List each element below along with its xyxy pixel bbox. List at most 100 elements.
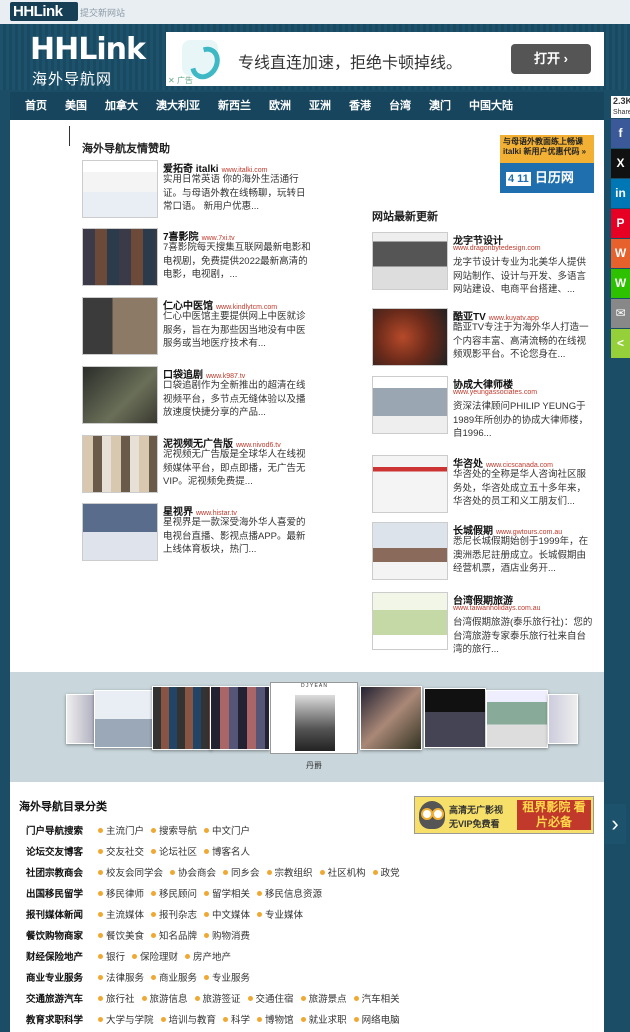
directory-link[interactable]: 大学与学院: [98, 1012, 154, 1026]
carousel-center-item[interactable]: D J Y E A N: [270, 682, 358, 754]
update-thumbnail[interactable]: [372, 455, 448, 513]
sponsor-entry[interactable]: 爱拓奇 italki www.italki.com 实用日常英语 你的海外生活通行…: [82, 160, 312, 220]
directory-link[interactable]: 旅游信息: [142, 991, 188, 1005]
directory-category[interactable]: 论坛交友博客: [26, 844, 98, 858]
directory-link[interactable]: 银行: [98, 949, 125, 963]
sponsor-thumbnail[interactable]: [82, 503, 158, 561]
directory-category[interactable]: 教育求职科学: [26, 1012, 98, 1026]
wechat-share-icon[interactable]: W: [611, 269, 630, 298]
directory-link[interactable]: 移民顾问: [151, 886, 197, 900]
more-share-icon[interactable]: <: [611, 329, 630, 358]
carousel-thumbnail[interactable]: [360, 686, 422, 750]
carousel-thumbnail[interactable]: [94, 690, 154, 748]
update-url[interactable]: www.yeungassociates.com: [453, 389, 537, 396]
nav-item-china[interactable]: 中国大陆: [460, 92, 522, 120]
directory-link[interactable]: 专业服务: [204, 970, 250, 984]
directory-link[interactable]: 汽车相关: [354, 991, 400, 1005]
sponsor-entry[interactable]: 仁心中医馆 www.kindlytcm.com 仁心中医馆主要提供网上中医就诊服务…: [82, 297, 312, 357]
directory-link[interactable]: 就业求职: [301, 1012, 347, 1026]
nav-item-macau[interactable]: 澳门: [420, 92, 460, 120]
update-thumbnail[interactable]: [372, 308, 448, 366]
x-share-icon[interactable]: X: [611, 149, 630, 178]
directory-link[interactable]: 中文媒体: [204, 907, 250, 921]
sponsor-entry[interactable]: 口袋追剧 www.k987.tv 口袋追剧作为全新推出的超清在线视频平台，多节点无…: [82, 366, 312, 426]
nav-item-canada[interactable]: 加拿大: [96, 92, 147, 120]
directory-category[interactable]: 门户导航搜索: [26, 823, 98, 837]
nav-item-europe[interactable]: 欧洲: [260, 92, 300, 120]
directory-link[interactable]: 旅行社: [98, 991, 135, 1005]
directory-link[interactable]: 论坛社区: [151, 844, 197, 858]
update-entry[interactable]: 长城假期 www.gwtours.com.au 悉尼长城假期始创于1999年，在澳…: [372, 522, 596, 588]
site-logo[interactable]: HHLink 海外导航网: [28, 32, 146, 88]
directory-link[interactable]: 主流媒体: [98, 907, 144, 921]
email-share-icon[interactable]: ✉: [611, 299, 630, 328]
submit-site-link[interactable]: 提交新网站: [80, 6, 125, 19]
directory-link[interactable]: 移民信息资源: [257, 886, 322, 900]
pinterest-share-icon[interactable]: P: [611, 209, 630, 238]
directory-link[interactable]: 交友社交: [98, 844, 144, 858]
carousel-thumbnail[interactable]: [210, 686, 270, 750]
directory-category[interactable]: 交通旅游汽车: [26, 991, 98, 1005]
ad-open-button[interactable]: 打开 ›: [511, 44, 591, 74]
sponsor-thumbnail[interactable]: [82, 160, 158, 218]
carousel-thumbnail[interactable]: [486, 690, 548, 748]
sponsor-entry[interactable]: 星视界 www.histar.tv 星视界是一款深受海外华人喜爱的电视台直播、影视…: [82, 503, 312, 563]
update-url[interactable]: www.dragonbytedesign.com: [453, 245, 541, 252]
directory-link[interactable]: 宗教组织: [267, 865, 313, 879]
sponsor-thumbnail[interactable]: [82, 228, 158, 286]
directory-link[interactable]: 科学: [223, 1012, 250, 1026]
nav-item-hongkong[interactable]: 香港: [340, 92, 380, 120]
sponsor-thumbnail[interactable]: [82, 297, 158, 355]
directory-link[interactable]: 房产地产: [185, 949, 231, 963]
carousel-thumbnail[interactable]: [424, 688, 486, 748]
directory-category[interactable]: 商业专业服务: [26, 970, 98, 984]
update-entry[interactable]: 酷亚TV www.kuyatv.app 酷亚TV专注于为海外华人打造一个内容丰富、…: [372, 308, 596, 374]
carousel-thumbnail[interactable]: [548, 694, 578, 744]
directory-category[interactable]: 报刊媒体新闻: [26, 907, 98, 921]
sponsor-thumbnail[interactable]: [82, 366, 158, 424]
directory-link[interactable]: 购物消费: [204, 928, 250, 942]
directory-link[interactable]: 社区机构: [320, 865, 366, 879]
nav-item-new-zealand[interactable]: 新西兰: [209, 92, 260, 120]
sponsor-entry[interactable]: 泥视频无广告版 www.nivod6.tv 泥视频无广告版是全球华人在线视频媒体平…: [82, 435, 312, 495]
nav-item-australia[interactable]: 澳大利亚: [147, 92, 209, 120]
directory-link[interactable]: 交通住宿: [248, 991, 294, 1005]
nav-item-taiwan[interactable]: 台湾: [380, 92, 420, 120]
update-thumbnail[interactable]: [372, 522, 448, 580]
directory-link[interactable]: 校友会同学会: [98, 865, 163, 879]
update-thumbnail[interactable]: [372, 232, 448, 290]
directory-link[interactable]: 留学相关: [204, 886, 250, 900]
directory-link[interactable]: 博客名人: [204, 844, 250, 858]
directory-link[interactable]: 协会商会: [170, 865, 216, 879]
update-entry[interactable]: 华咨处 www.cicscanada.com 华咨处的全称是华人咨询社区服务处，华…: [372, 455, 596, 521]
directory-link[interactable]: 旅游景点: [301, 991, 347, 1005]
sponsor-entry[interactable]: 7喜影院 www.7xi.tv 7喜影院每天搜集互联网最新电影和电视剧，免费提供2…: [82, 228, 312, 288]
calendar-ad[interactable]: 与母语外教面练上畅课 italki 新用户优惠代码 » 4 11 日历网: [500, 135, 594, 195]
mini-logo[interactable]: HHLink: [10, 2, 78, 21]
update-entry[interactable]: 台湾假期旅游 www.taiwanholidays.com.au 台湾假期旅游(…: [372, 592, 596, 658]
nav-item-home[interactable]: 首页: [16, 92, 56, 120]
directory-link[interactable]: 保险理财: [132, 949, 178, 963]
directory-link[interactable]: 博物馆: [257, 1012, 294, 1026]
directory-link[interactable]: 知名品牌: [151, 928, 197, 942]
update-thumbnail[interactable]: [372, 376, 448, 434]
directory-link[interactable]: 旅游签证: [195, 991, 241, 1005]
header-ad-banner[interactable]: 专线直连加速，拒绝卡顿掉线。 打开 › ✕ 广告: [166, 32, 604, 86]
directory-ad[interactable]: 高清无广影视 无VIP免费看 租界影院 看片必备: [414, 796, 594, 834]
directory-link[interactable]: 商业服务: [151, 970, 197, 984]
directory-link[interactable]: 网络电脑: [354, 1012, 400, 1026]
directory-link[interactable]: 主流门户: [98, 823, 144, 837]
directory-category[interactable]: 餐饮购物商家: [26, 928, 98, 942]
directory-link[interactable]: 专业媒体: [257, 907, 303, 921]
directory-link[interactable]: 移民律师: [98, 886, 144, 900]
directory-category[interactable]: 财经保险地产: [26, 949, 98, 963]
directory-link[interactable]: 同乡会: [223, 865, 260, 879]
directory-category[interactable]: 社团宗教商会: [26, 865, 98, 879]
sponsor-thumbnail[interactable]: [82, 435, 158, 493]
directory-link[interactable]: 培训与教育: [161, 1012, 217, 1026]
directory-category[interactable]: 出国移民留学: [26, 886, 98, 900]
directory-link[interactable]: 餐饮美食: [98, 928, 144, 942]
nav-item-usa[interactable]: 美国: [56, 92, 96, 120]
update-entry[interactable]: 龙字节设计 www.dragonbytedesign.com 龙字节设计专业为北…: [372, 232, 596, 298]
carousel-thumbnail[interactable]: [152, 686, 212, 750]
